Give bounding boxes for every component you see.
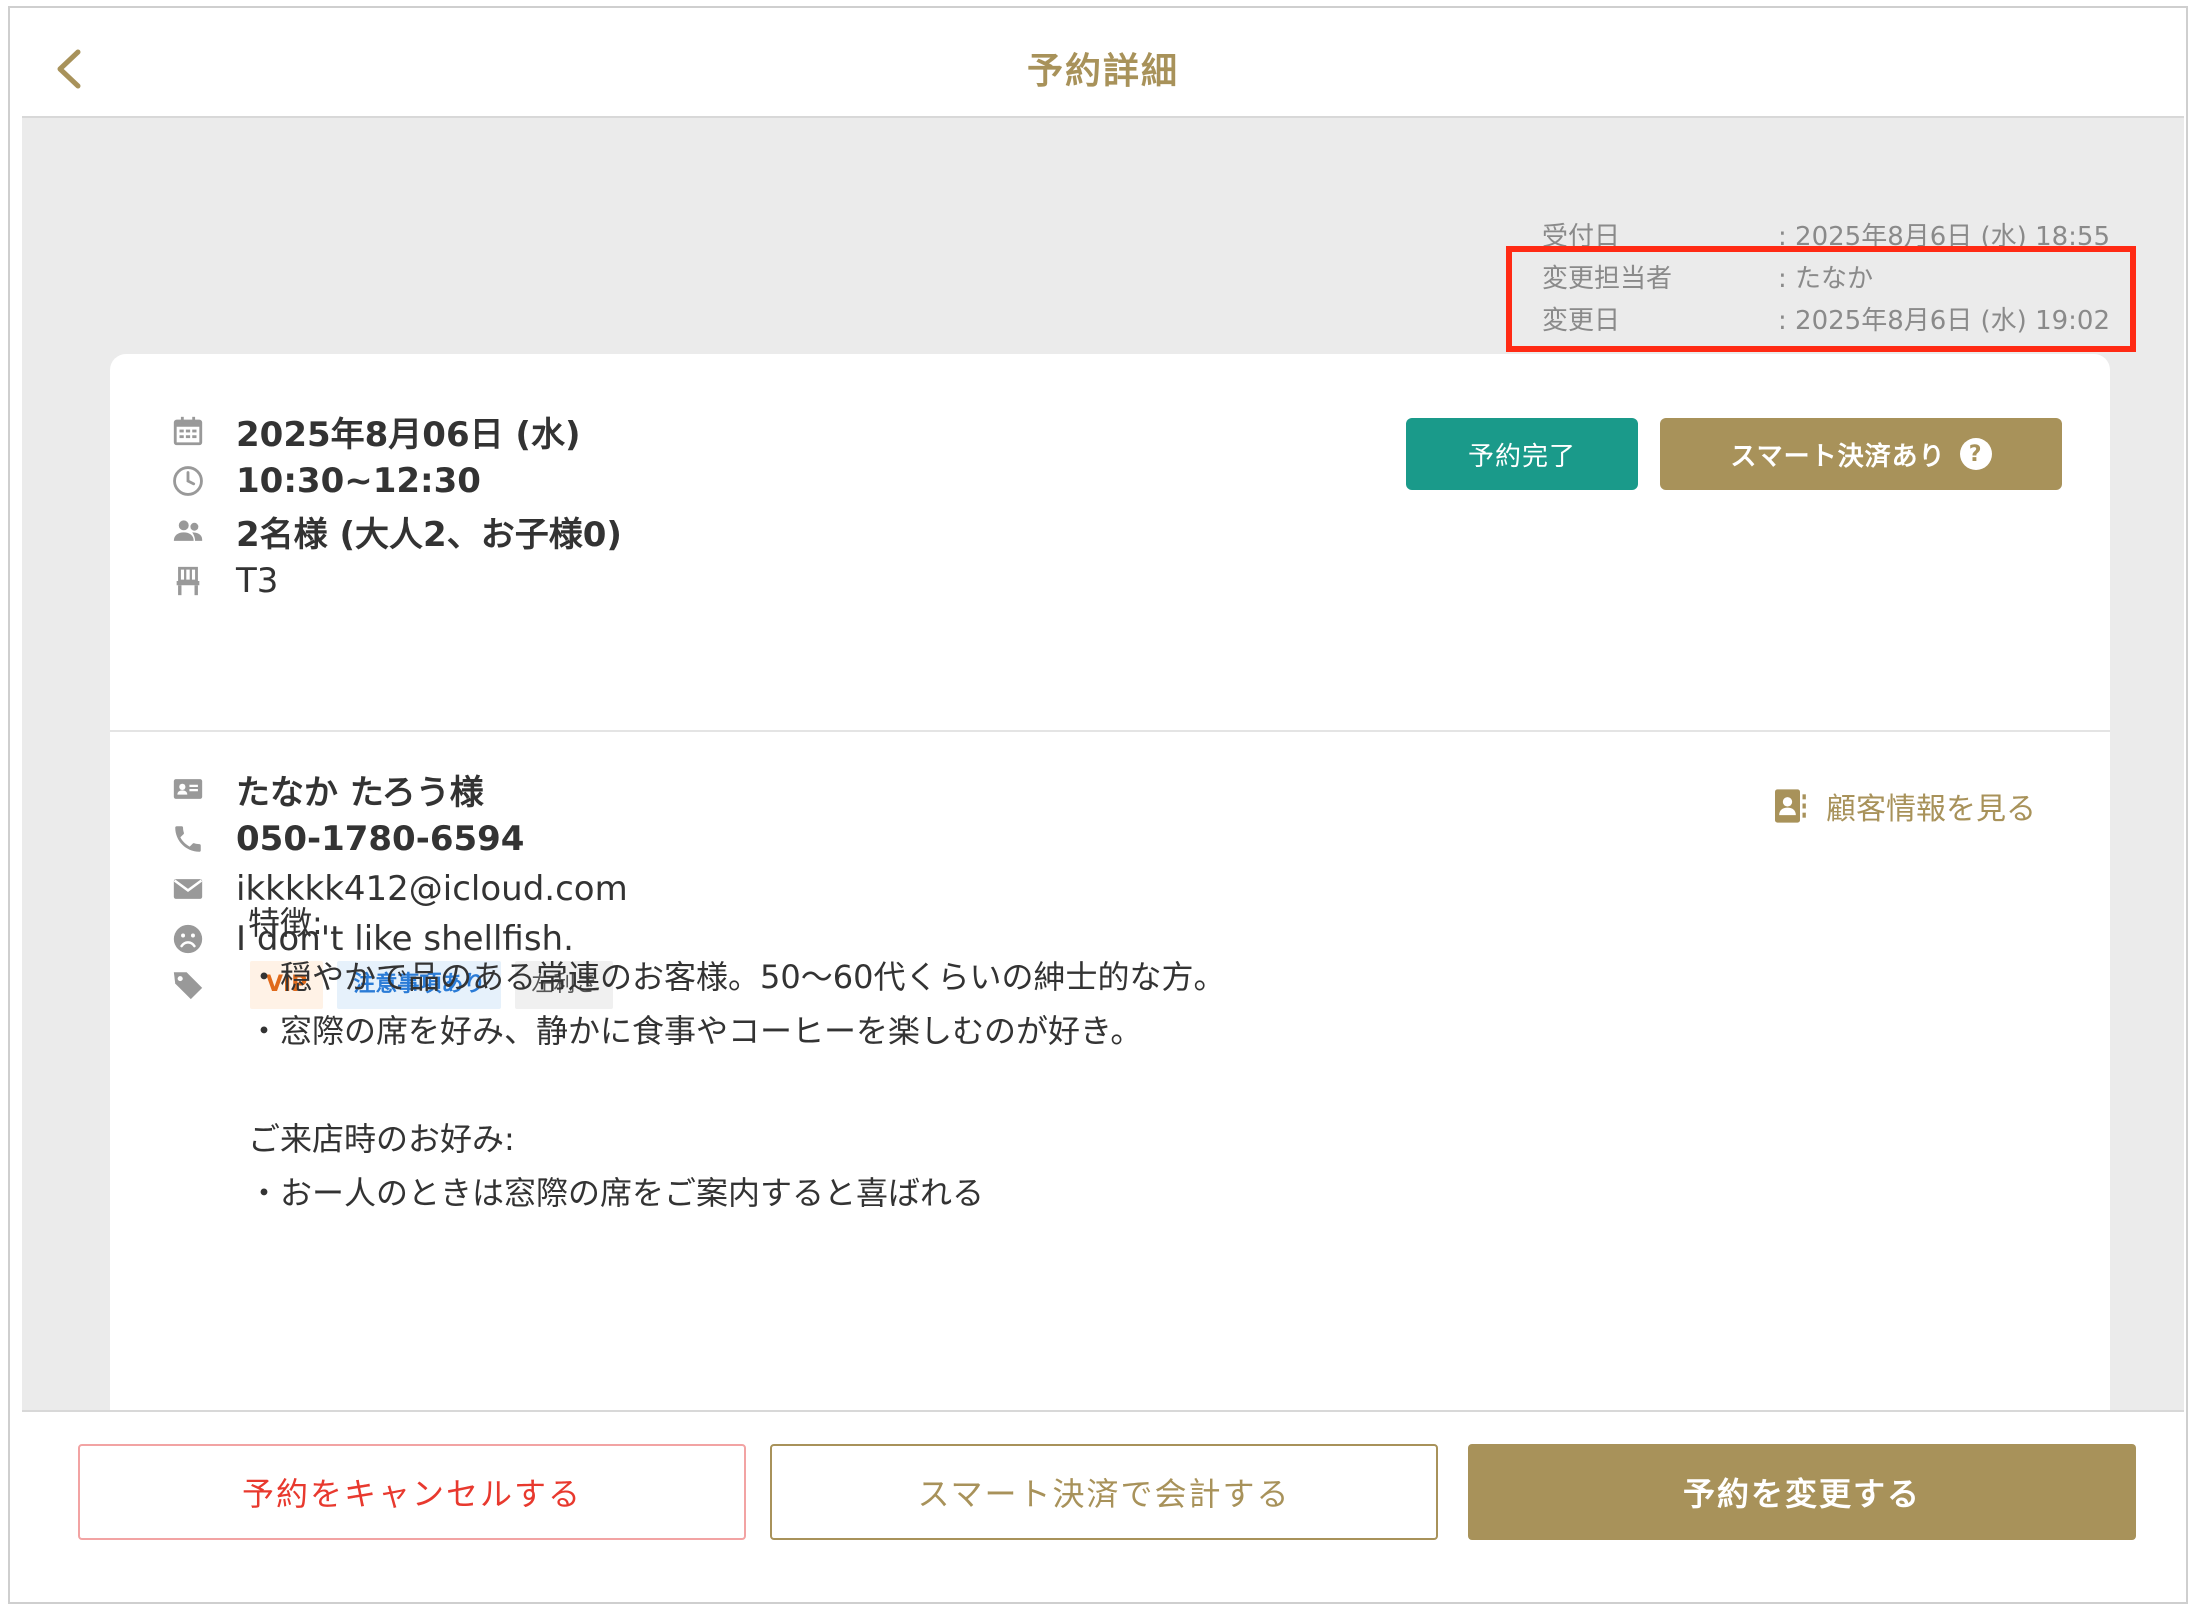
smart-payment-checkout-button[interactable]: スマート決済で会計する xyxy=(770,1444,1438,1540)
reservation-table: T3 xyxy=(236,561,279,601)
chair-icon xyxy=(170,563,206,599)
calendar-icon xyxy=(170,413,206,449)
tag-icon xyxy=(170,967,206,1003)
reservation-time: 10:30~12:30 xyxy=(236,461,481,501)
phone-row: 050-1780-6594 xyxy=(170,814,524,864)
header: 予約詳細 xyxy=(22,8,2184,118)
section-divider xyxy=(110,730,2110,732)
date-row: 2025年8月06日 (水) xyxy=(170,406,581,456)
guests-row: 2名様 (大人2、お子様0) xyxy=(170,506,622,556)
view-customer-info-link[interactable]: 顧客情報を見る xyxy=(1770,784,2036,828)
highlight-box xyxy=(1506,246,2136,352)
page-title: 予約詳細 xyxy=(1026,51,1179,92)
sad-face-icon xyxy=(170,921,206,957)
reservation-guests: 2名様 (大人2、お子様0) xyxy=(236,514,622,555)
smart-payment-badge[interactable]: スマート決済あり ? xyxy=(1660,418,2062,490)
reservation-date: 2025年8月06日 (水) xyxy=(236,414,581,455)
footer-actions: 予約をキャンセルする スマート決済で会計する 予約を変更する xyxy=(22,1410,2184,1602)
customer-phone[interactable]: 050-1780-6594 xyxy=(236,819,524,859)
customer-name-row: たなか たろう様 xyxy=(170,764,484,814)
change-reservation-button[interactable]: 予約を変更する xyxy=(1468,1444,2136,1540)
content-area: 受付日 : 2025年8月6日 (水) 18:55 変更担当者 : たなか 変更… xyxy=(22,118,2184,1410)
customer-notes: 特徴: ・穏やかで品のある常連のお客様。50～60代くらいの紳士的な方。 ・窓際… xyxy=(248,904,1226,1212)
clock-icon xyxy=(170,463,206,499)
status-badge: 予約完了 xyxy=(1406,418,1638,490)
reservation-card: 2025年8月06日 (水) 10:30~12:30 2名様 (大人2、お子様0… xyxy=(110,354,2110,1410)
id-card-icon xyxy=(170,771,206,807)
help-icon[interactable]: ? xyxy=(1959,438,1992,470)
customer-name: たなか たろう様 xyxy=(236,772,484,813)
people-icon xyxy=(170,513,206,549)
time-row: 10:30~12:30 xyxy=(170,456,481,506)
app-window: 予約詳細 受付日 : 2025年8月6日 (水) 18:55 変更担当者 : た… xyxy=(8,6,2188,1604)
cancel-reservation-button[interactable]: 予約をキャンセルする xyxy=(78,1444,746,1540)
table-row: T3 xyxy=(170,556,278,606)
mail-icon xyxy=(170,871,206,907)
phone-icon xyxy=(170,821,206,857)
contact-card-icon xyxy=(1775,789,1806,823)
